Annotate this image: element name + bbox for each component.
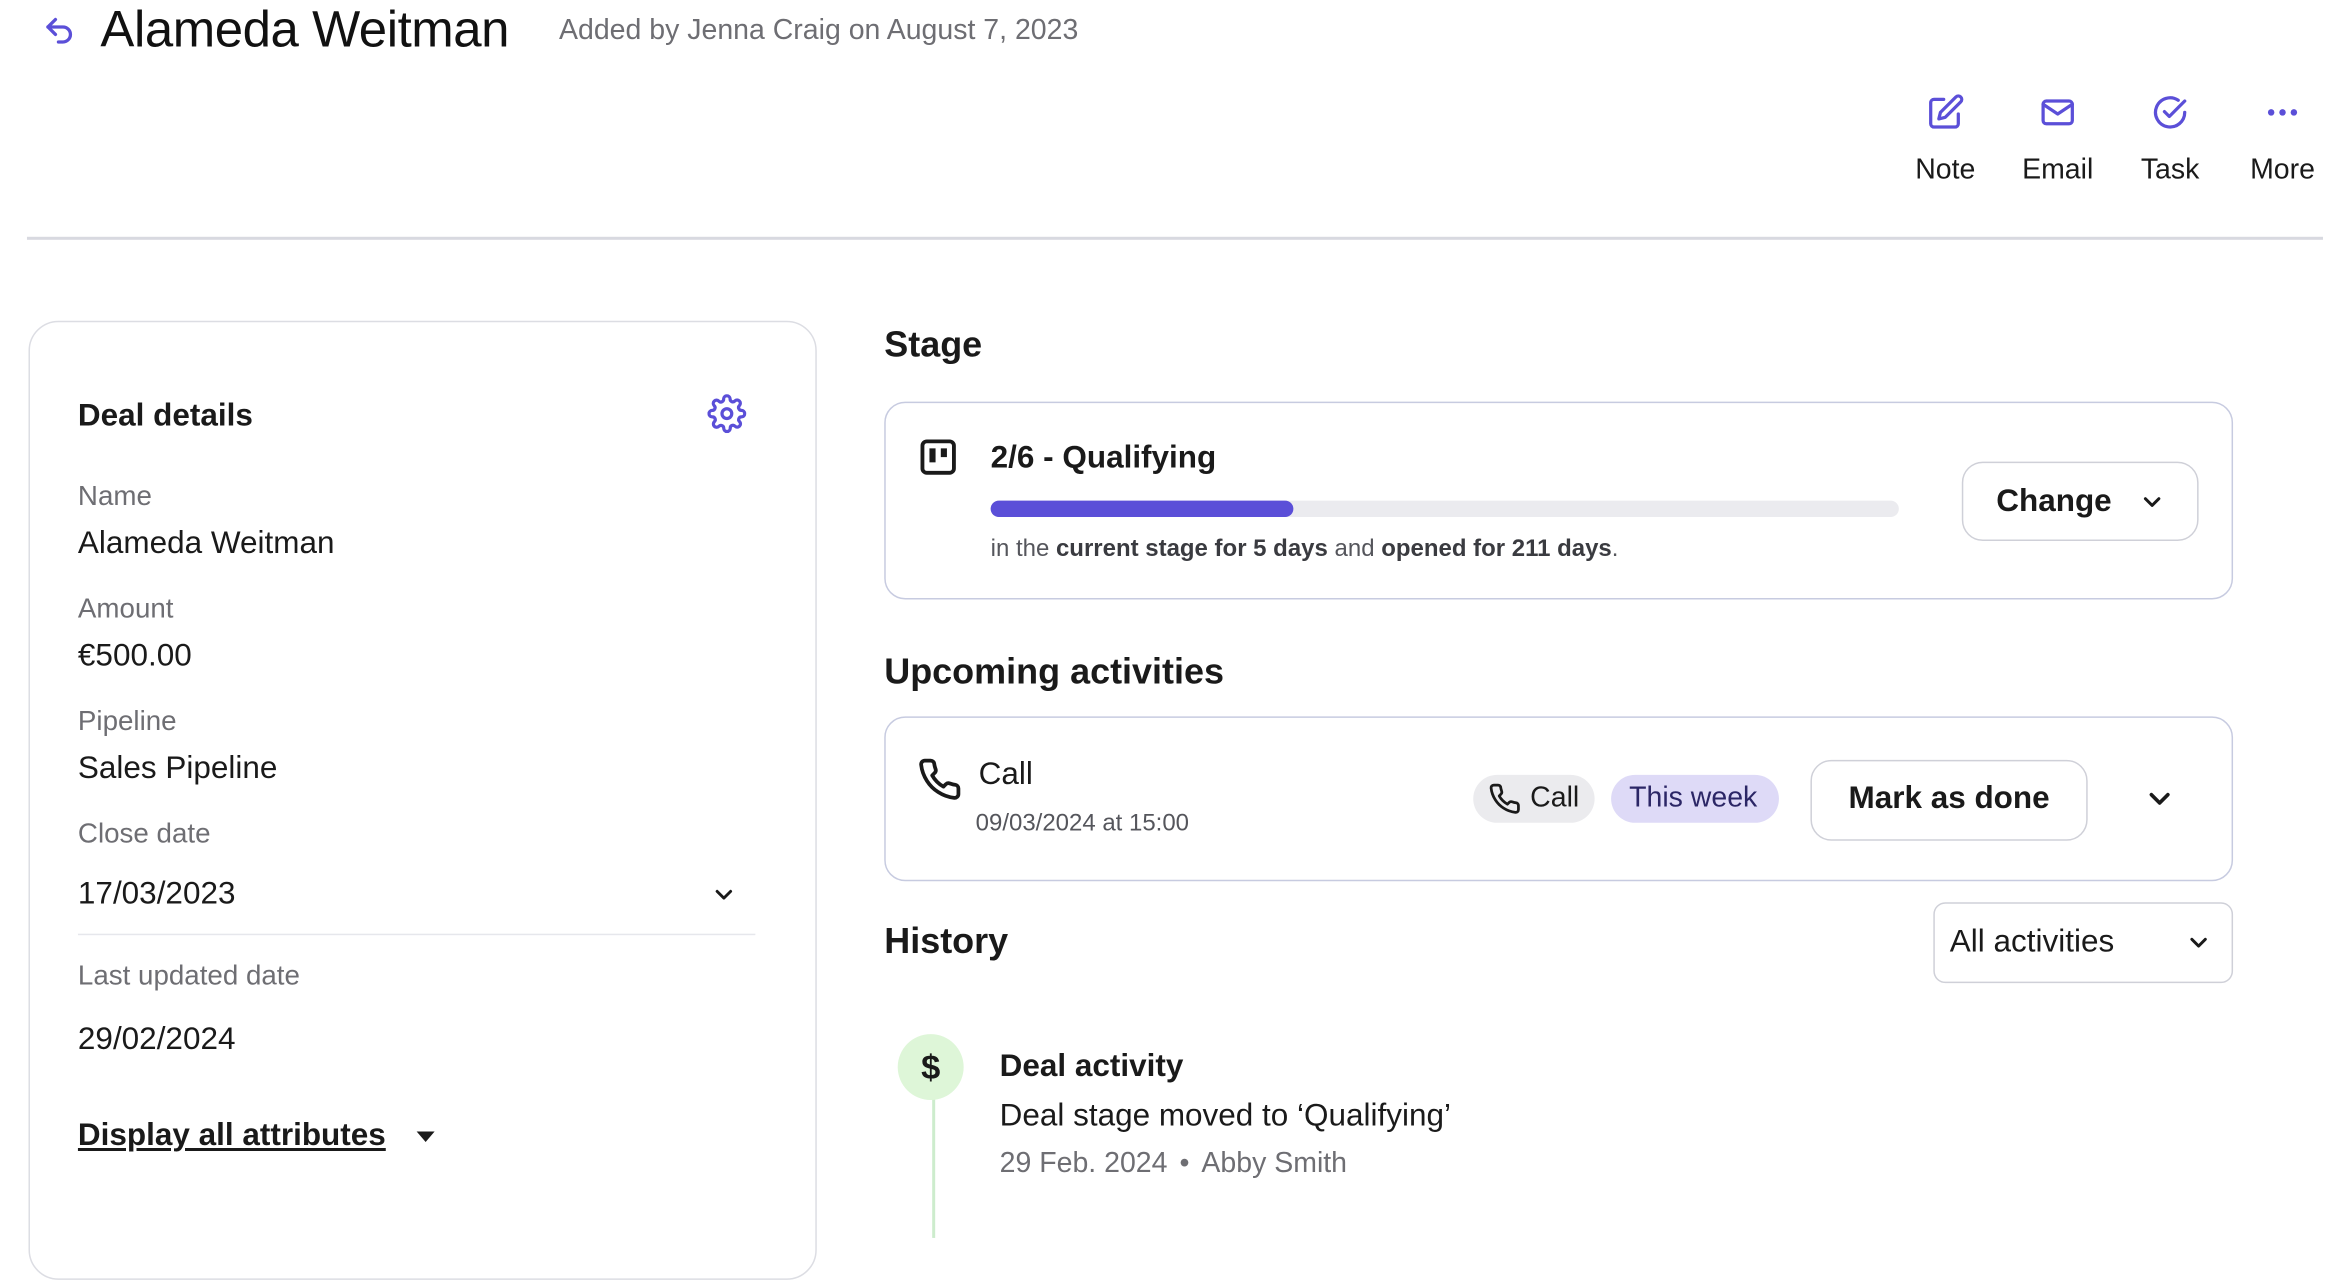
pipeline-label: Pipeline — [77, 704, 177, 736]
email-label: Email — [2022, 154, 2094, 186]
last-updated-label: Last updated date — [77, 959, 300, 991]
stage-progress-fill — [990, 500, 1294, 518]
history-item-meta: 29 Feb. 2024 • Abby Smith — [1000, 1145, 1347, 1184]
caret-down-icon[interactable] — [416, 1131, 435, 1143]
history-meta-separator: • — [1179, 1148, 1190, 1180]
stage-info-opened: opened for 211 days — [1381, 536, 1612, 563]
amount-label: Amount — [77, 591, 174, 624]
close-date-label: Close date — [77, 816, 211, 849]
chevron-down-icon — [2143, 497, 2161, 507]
expand-activity-button[interactable] — [2143, 782, 2176, 815]
chevron-down-icon — [715, 889, 733, 900]
mail-icon — [2041, 99, 2074, 126]
activity-type-chip: Call — [1473, 774, 1595, 823]
pipeline-value: Sales Pipeline — [77, 750, 278, 786]
change-stage-label: Change — [1996, 484, 2112, 519]
amount-value: €500.00 — [77, 638, 192, 673]
more-button[interactable]: More — [2230, 93, 2335, 189]
history-heading: History — [884, 921, 1009, 963]
phone-icon — [917, 757, 962, 802]
gear-icon[interactable] — [707, 394, 747, 434]
stage-info-suffix: . — [1611, 536, 1619, 563]
stage-info-prefix: in the — [990, 536, 1050, 563]
upcoming-activities-heading: Upcoming activities — [884, 651, 1225, 693]
note-button[interactable]: Note — [1893, 93, 1998, 189]
more-icon — [2267, 109, 2298, 116]
history-timeline-line — [932, 1094, 936, 1238]
change-stage-button[interactable]: Change — [1961, 461, 2199, 542]
chevron-down-icon — [2190, 937, 2207, 948]
history-item-date: 29 Feb. 2024 — [999, 1148, 1168, 1180]
note-label: Note — [1915, 154, 1976, 186]
deal-page: Alameda Weitman Added by Jenna Craig on … — [0, 0, 2338, 1280]
activity-type-label: Call — [1530, 782, 1580, 814]
stage-progress-bar — [990, 500, 1899, 518]
stage-heading: Stage — [884, 325, 983, 366]
kanban-board-icon — [917, 436, 959, 478]
stage-name: 2/6 - Qualifying — [990, 440, 1217, 476]
history-item-title: Deal activity — [999, 1049, 1184, 1084]
close-date-dropdown[interactable]: 17/03/2023 — [77, 868, 756, 936]
activity-title: Call — [978, 756, 1033, 792]
page-subtitle: Added by Jenna Craig on August 7, 2023 — [559, 14, 1079, 47]
last-updated-value: 29/02/2024 — [77, 1022, 236, 1057]
page-title: Alameda Weitman — [100, 1, 510, 59]
header-divider — [26, 236, 2323, 240]
history-filter-select[interactable]: All activities — [1933, 902, 2234, 984]
task-button[interactable]: Task — [2118, 93, 2223, 189]
display-all-attributes-link[interactable]: Display all attributes — [78, 1115, 386, 1157]
back-icon[interactable] — [42, 12, 78, 48]
more-label: More — [2250, 154, 2315, 186]
dollar-icon: $ — [897, 1034, 964, 1101]
check-circle-icon — [2153, 96, 2187, 129]
chevron-down-icon — [2149, 792, 2170, 805]
close-date-value: 17/03/2023 — [77, 876, 236, 912]
stage-info-current: current stage for 5 days — [1055, 536, 1328, 563]
stage-info-and: and — [1334, 536, 1375, 563]
history-item-description: Deal stage moved to ‘Qualifying’ — [999, 1098, 1451, 1134]
mark-as-done-button[interactable]: Mark as done — [1810, 759, 2088, 841]
edit-icon — [1929, 94, 1964, 129]
stage-duration-info: in the current stage for 5 days and open… — [991, 534, 1619, 567]
name-value: Alameda Weitman — [77, 526, 335, 561]
due-chip: This week — [1611, 774, 1779, 823]
task-label: Task — [2140, 154, 2200, 186]
deal-details-title: Deal details — [77, 398, 253, 434]
phone-icon — [1489, 783, 1520, 814]
activity-datetime: 09/03/2024 at 15:00 — [975, 810, 1190, 837]
name-label: Name — [77, 479, 152, 512]
history-item-author: Abby Smith — [1201, 1148, 1348, 1180]
email-button[interactable]: Email — [2005, 93, 2110, 189]
history-filter-value: All activities — [1949, 924, 2115, 960]
